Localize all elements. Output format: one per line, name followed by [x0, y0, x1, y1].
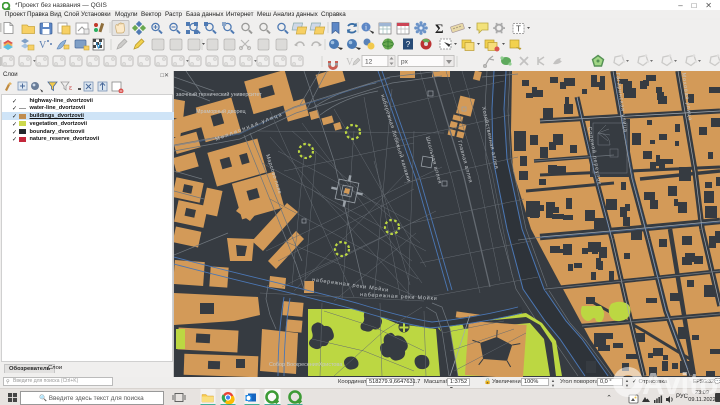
svg-text:заочный технический университе: заочный технический университет: [176, 91, 262, 98]
svg-text:12: 12: [365, 59, 373, 66]
svg-text:Σ: Σ: [435, 21, 444, 36]
svg-text:T: T: [516, 25, 521, 34]
svg-text:Собор ВоскресенияХристова: Собор ВоскресенияХристова: [269, 362, 342, 368]
svg-text:Avito: Avito: [642, 366, 718, 398]
svg-text:i: i: [365, 23, 367, 32]
svg-text:V: V: [39, 40, 47, 51]
svg-text:V: V: [96, 42, 102, 51]
svg-text:ε: ε: [69, 85, 72, 92]
svg-text:px: px: [401, 59, 409, 66]
svg-text:?: ?: [406, 40, 411, 49]
svg-text:V: V: [346, 57, 354, 68]
svg-text:Мраморный дворец: Мраморный дворец: [196, 108, 246, 115]
